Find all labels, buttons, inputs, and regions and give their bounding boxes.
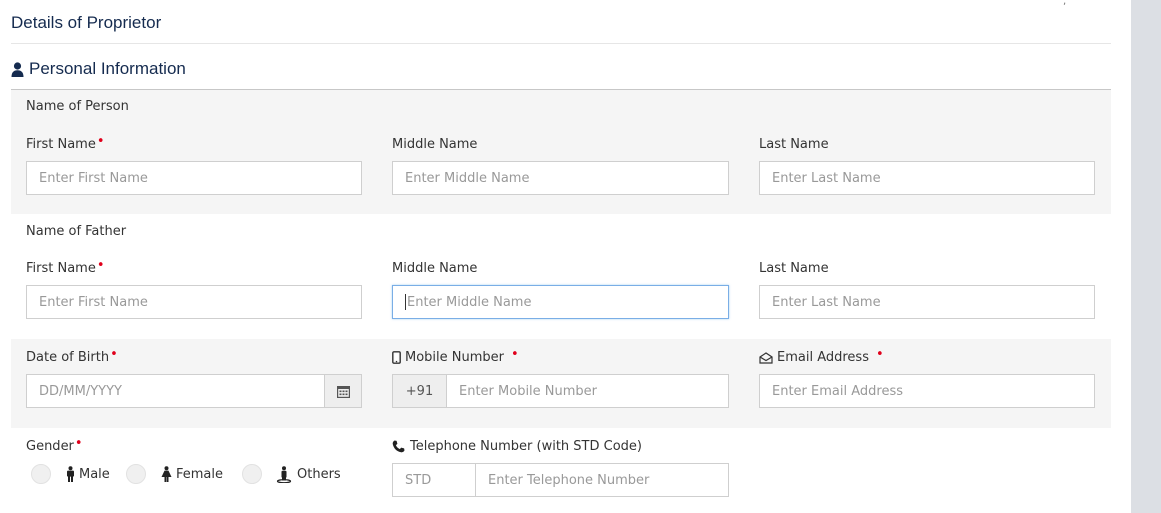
user-icon	[11, 61, 24, 77]
person-first-name-label: First Name •	[26, 134, 105, 152]
std-code-input[interactable]: STD	[392, 463, 476, 497]
required-indicator: •	[74, 436, 83, 451]
dob-input[interactable]: DD/MM/YYYY	[26, 374, 325, 408]
father-name-group-label: Name of Father	[26, 224, 127, 239]
father-middle-name-label: Middle Name	[392, 261, 478, 276]
gender-others-radio[interactable]	[242, 464, 262, 484]
email-label: Email Address •	[759, 347, 884, 365]
required-indicator: •	[96, 258, 105, 273]
telephone-label: Telephone Number (with STD Code)	[392, 439, 642, 454]
required-indicator: •	[96, 134, 105, 149]
father-last-name-input[interactable]: Enter Last Name	[759, 285, 1095, 319]
person-name-group	[11, 90, 1111, 214]
dob-label: Date of Birth •	[26, 347, 118, 365]
person-middle-name-input[interactable]: Enter Middle Name	[392, 161, 729, 195]
others-icon	[276, 465, 292, 483]
person-middle-name-label: Middle Name	[392, 137, 478, 152]
gender-female-label[interactable]: Female	[160, 464, 223, 484]
father-first-name-input[interactable]: Enter First Name	[26, 285, 362, 319]
personal-info-title: Personal Information	[29, 59, 186, 78]
email-input[interactable]: Enter Email Address	[759, 374, 1095, 408]
gender-male-label[interactable]: Male	[65, 464, 110, 484]
father-first-name-label: First Name •	[26, 258, 105, 276]
father-last-name-label: Last Name	[759, 261, 829, 276]
male-icon	[67, 466, 74, 482]
gender-male-radio[interactable]	[31, 464, 51, 484]
person-first-name-input[interactable]: Enter First Name	[26, 161, 362, 195]
person-name-group-label: Name of Person	[26, 99, 129, 114]
gender-others-label[interactable]: Others	[276, 464, 341, 484]
gender-female-radio[interactable]	[126, 464, 146, 484]
mobile-icon	[392, 351, 401, 364]
calendar-icon	[336, 385, 350, 398]
mobile-input[interactable]: Enter Mobile Number	[446, 374, 729, 408]
phone-icon	[392, 440, 405, 453]
required-indicator: •	[110, 347, 118, 362]
required-indicator: •	[875, 347, 884, 362]
text-cursor	[405, 294, 406, 310]
person-last-name-label: Last Name	[759, 137, 829, 152]
telephone-input[interactable]: Enter Telephone Number	[475, 463, 729, 497]
envelope-open-icon	[759, 351, 773, 364]
country-code-addon: +91	[392, 374, 447, 408]
mobile-label: Mobile Number •	[392, 347, 519, 365]
divider	[11, 43, 1111, 44]
top-edge-mark: ,	[1063, 0, 1067, 7]
personal-info-heading: Personal Information	[11, 59, 186, 79]
gender-label: Gender •	[26, 436, 83, 454]
father-middle-name-input[interactable]: Enter Middle Name	[392, 285, 729, 319]
person-last-name-input[interactable]: Enter Last Name	[759, 161, 1095, 195]
female-icon	[161, 466, 172, 482]
calendar-button[interactable]	[324, 374, 362, 408]
page-scrollbar[interactable]	[1131, 0, 1161, 513]
section-title: Details of Proprietor	[11, 13, 162, 32]
required-indicator: •	[511, 347, 519, 362]
